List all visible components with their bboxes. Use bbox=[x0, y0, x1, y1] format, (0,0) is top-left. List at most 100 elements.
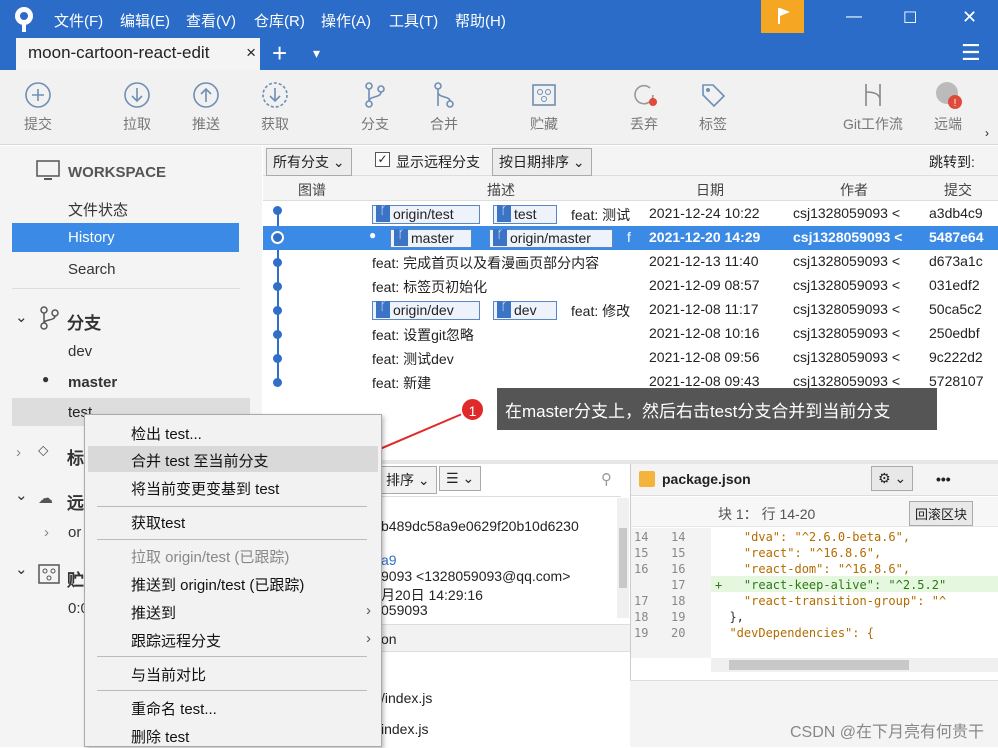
pull-button[interactable]: 拉取 bbox=[107, 80, 167, 134]
branch-tag[interactable]: origin/test bbox=[372, 205, 480, 224]
revert-hunk-button[interactable]: 回滚区块 bbox=[909, 501, 974, 526]
table-row[interactable]: origin/test test feat: 测试 2021-12-24 10:… bbox=[263, 202, 998, 226]
sort-label: 排序 bbox=[386, 472, 414, 488]
sidebar-item-file-status[interactable]: 文件状态 bbox=[68, 199, 128, 220]
menu-item-push-origin[interactable]: 推送到 origin/test (已跟踪) bbox=[85, 570, 381, 596]
table-row[interactable]: feat: 测试dev 2021-12-08 09:56 csj13280590… bbox=[263, 346, 998, 370]
tag-icon: ⬦ bbox=[38, 442, 49, 459]
col-author[interactable]: 作者 bbox=[840, 180, 868, 200]
tag-button[interactable]: 标签 bbox=[683, 80, 743, 134]
stash-button[interactable]: 贮藏 bbox=[514, 80, 574, 134]
menu-item-rename[interactable]: 重命名 test... bbox=[85, 694, 381, 720]
chevron-down-icon[interactable]: ⌄ bbox=[15, 560, 28, 578]
flag-icon[interactable] bbox=[761, 0, 804, 33]
menu-actions[interactable]: 操作(A) bbox=[321, 10, 371, 31]
branch-tag[interactable]: origin/master bbox=[489, 229, 613, 248]
scrollbar-thumb[interactable] bbox=[729, 660, 909, 670]
table-row[interactable]: feat: 设置git忽略 2021-12-08 10:16 csj132805… bbox=[263, 322, 998, 346]
repo-tab[interactable]: moon-cartoon-react-edit × bbox=[16, 38, 260, 70]
search-icon[interactable]: ⚲ bbox=[601, 470, 612, 488]
scrollbar-thumb[interactable] bbox=[619, 528, 627, 588]
commit-full-hash: b489dc58a9e0629f20b10d6230 bbox=[381, 518, 579, 534]
menu-item-label: 推送到 origin/test (已跟踪) bbox=[131, 577, 305, 594]
commit-desc: feat: 测试dev bbox=[372, 351, 454, 367]
tab-dropdown-icon[interactable]: ▾ bbox=[313, 45, 320, 62]
discard-button[interactable]: 丢弃 bbox=[614, 80, 674, 134]
diff-line: 14 bbox=[634, 530, 649, 544]
sidebar-item-search[interactable]: Search bbox=[68, 261, 116, 278]
sidebar-item-branch-dev[interactable]: dev bbox=[68, 343, 92, 360]
menu-edit[interactable]: 编辑(E) bbox=[120, 10, 170, 31]
minimize-button[interactable]: — bbox=[846, 8, 862, 26]
branch-tag[interactable]: origin/dev bbox=[372, 301, 480, 320]
branch-tag[interactable]: master bbox=[390, 229, 472, 248]
menu-help[interactable]: 帮助(H) bbox=[455, 10, 506, 31]
remote-button[interactable]: ! 远端 bbox=[918, 80, 978, 134]
col-date[interactable]: 日期 bbox=[696, 180, 724, 200]
fetch-icon bbox=[262, 82, 288, 108]
chevron-right-icon[interactable]: › bbox=[16, 444, 21, 461]
menu-tools[interactable]: 工具(T) bbox=[389, 10, 438, 31]
sidebar-item-history-label: History bbox=[68, 229, 115, 246]
menu-item-track-remote[interactable]: 跟踪远程分支 › bbox=[85, 626, 381, 652]
all-branches-label: 所有分支 bbox=[273, 154, 329, 170]
show-remote-checkbox[interactable]: ✓ bbox=[375, 152, 390, 167]
table-row-selected[interactable]: ● master origin/master f 2021-12-20 14:2… bbox=[263, 226, 998, 250]
fetch-button[interactable]: 获取 bbox=[245, 80, 305, 134]
commit-desc: feat: 修改 bbox=[571, 303, 631, 319]
table-row[interactable]: origin/dev dev feat: 修改 2021-12-08 11:17… bbox=[263, 298, 998, 322]
col-desc[interactable]: 描述 bbox=[487, 180, 515, 200]
file-item[interactable]: index.js bbox=[381, 721, 428, 737]
menu-item-merge[interactable]: 合并 test 至当前分支 bbox=[88, 446, 378, 472]
branch-tag[interactable]: dev bbox=[493, 301, 557, 320]
diff-line: "react-dom": "^16.8.6", bbox=[715, 562, 911, 576]
menu-item-rebase[interactable]: 将当前变更变基到 test bbox=[85, 474, 381, 500]
menu-item-diff[interactable]: 与当前对比 bbox=[85, 660, 381, 686]
sort-dropdown[interactable]: 按日期排序 ⌄ bbox=[492, 148, 592, 176]
file-item[interactable]: /index.js bbox=[381, 690, 432, 706]
cloud-icon: ☁ bbox=[38, 490, 53, 507]
commit-desc: feat: 标签页初始化 bbox=[372, 279, 488, 295]
menu-view[interactable]: 查看(V) bbox=[186, 10, 236, 31]
table-row[interactable]: feat: 标签页初始化 2021-12-09 08:57 csj1328059… bbox=[263, 274, 998, 298]
menu-item-delete[interactable]: 删除 test bbox=[85, 722, 381, 748]
sidebar-item-history[interactable]: History bbox=[12, 223, 239, 252]
close-button[interactable]: ✕ bbox=[962, 7, 977, 28]
add-tab-button[interactable]: + bbox=[272, 38, 287, 69]
all-branches-dropdown[interactable]: 所有分支 ⌄ bbox=[266, 148, 352, 176]
col-graph[interactable]: 图谱 bbox=[298, 180, 326, 200]
table-row[interactable]: feat: 完成首页以及看漫画页部分内容 2021-12-13 11:40 cs… bbox=[263, 250, 998, 274]
scrollbar[interactable] bbox=[617, 498, 629, 618]
col-commit[interactable]: 提交 bbox=[944, 180, 972, 200]
maximize-button[interactable]: ☐ bbox=[903, 8, 917, 28]
menu-repository[interactable]: 仓库(R) bbox=[254, 10, 305, 31]
hamburger-menu-icon[interactable]: ☰ bbox=[961, 40, 981, 66]
chevron-right-icon[interactable]: › bbox=[44, 524, 49, 541]
menu-file[interactable]: 文件(F) bbox=[54, 10, 103, 31]
menu-item-push-to[interactable]: 推送到 › bbox=[85, 598, 381, 624]
merge-button[interactable]: 合并 bbox=[414, 80, 474, 134]
branch-tag[interactable]: test bbox=[493, 205, 557, 224]
horizontal-scrollbar[interactable] bbox=[711, 658, 998, 672]
stash-icon bbox=[532, 84, 556, 106]
sidebar-item-branch-master[interactable]: master bbox=[68, 374, 117, 391]
branch-button[interactable]: 分支 bbox=[345, 80, 405, 134]
remote-globe-icon: ! bbox=[936, 82, 962, 109]
more-options-icon[interactable]: ••• bbox=[936, 471, 951, 487]
tab-close-icon[interactable]: × bbox=[246, 43, 256, 63]
sort-dropdown[interactable]: 排序 ⌄ bbox=[379, 466, 437, 494]
chevron-down-icon[interactable]: ⌄ bbox=[15, 486, 28, 504]
gitflow-button[interactable]: Git工作流 bbox=[838, 80, 908, 134]
push-button[interactable]: 推送 bbox=[176, 80, 236, 134]
tags-heading: 标 bbox=[67, 449, 84, 468]
toolbar-more-icon[interactable]: › bbox=[985, 126, 989, 140]
sidebar-item-remote[interactable]: or bbox=[68, 524, 81, 541]
menu-item-fetch[interactable]: 获取test bbox=[85, 508, 381, 534]
commit-author: csj1328059093 < bbox=[793, 325, 901, 341]
diff-line: }, bbox=[715, 610, 744, 624]
diff-settings-dropdown[interactable]: ⚙ ⌄ bbox=[871, 466, 914, 491]
menu-item-checkout[interactable]: 检出 test... bbox=[85, 419, 381, 445]
commit-button[interactable]: 提交 bbox=[8, 80, 68, 134]
menu-separator bbox=[97, 539, 367, 540]
chevron-down-icon[interactable]: ⌄ bbox=[15, 308, 28, 326]
